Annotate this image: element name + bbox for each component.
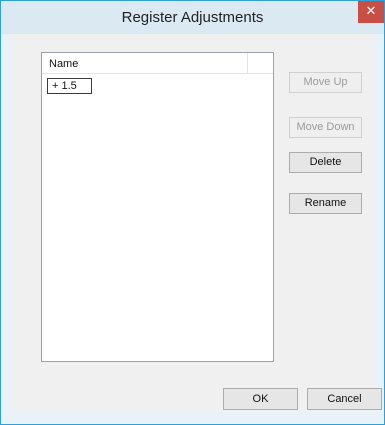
- column-divider: [247, 53, 248, 74]
- adjustments-list[interactable]: Name + 1.5: [41, 52, 274, 362]
- close-icon[interactable]: ✕: [358, 1, 384, 23]
- move-up-button[interactable]: Move Up: [289, 72, 362, 93]
- list-item-edit-field[interactable]: + 1.5: [47, 78, 92, 94]
- cancel-button[interactable]: Cancel: [307, 388, 382, 410]
- ok-button[interactable]: OK: [223, 388, 298, 410]
- register-adjustments-dialog: Register Adjustments ✕ Name + 1.5 Move U…: [0, 0, 385, 425]
- delete-button[interactable]: Delete: [289, 152, 362, 173]
- list-header: Name: [42, 53, 273, 74]
- title-bar[interactable]: Register Adjustments ✕: [1, 1, 384, 34]
- rename-button[interactable]: Rename: [289, 193, 362, 214]
- name-column-header: Name: [49, 58, 79, 70]
- move-down-button[interactable]: Move Down: [289, 117, 362, 138]
- dialog-title: Register Adjustments: [121, 9, 264, 26]
- dialog-client-area: Name + 1.5 Move Up Move Down Delete Rena…: [11, 34, 382, 411]
